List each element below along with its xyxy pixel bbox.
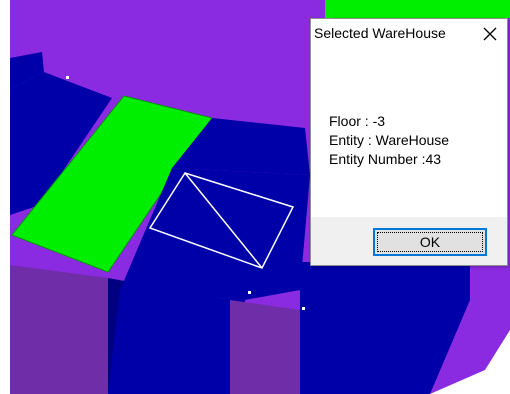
marker-dot (66, 76, 69, 79)
selected-warehouse-dialog: Selected WareHouse Floor : -3 Entity : W… (310, 18, 508, 266)
dialog-title: Selected WareHouse (314, 25, 446, 41)
entity-text: Entity : WareHouse (329, 132, 450, 148)
close-button[interactable] (477, 21, 503, 47)
dialog-titlebar[interactable]: Selected WareHouse (311, 19, 507, 49)
marker-dot (248, 291, 251, 294)
dialog-footer: OK (311, 217, 507, 265)
dialog-body: Floor : -3 Entity : WareHouse Entity Num… (311, 49, 507, 217)
close-icon (483, 27, 497, 41)
entity-number-text: Entity Number :43 (329, 151, 442, 167)
ok-button[interactable]: OK (373, 228, 487, 256)
top-strip-block[interactable] (325, 0, 510, 18)
block-right-front[interactable] (230, 300, 300, 394)
floor-text: Floor : -3 (329, 113, 386, 129)
ok-button-label: OK (419, 234, 441, 250)
block-front[interactable] (108, 290, 245, 394)
front-wall-left[interactable] (10, 265, 108, 394)
marker-dot (302, 307, 305, 310)
